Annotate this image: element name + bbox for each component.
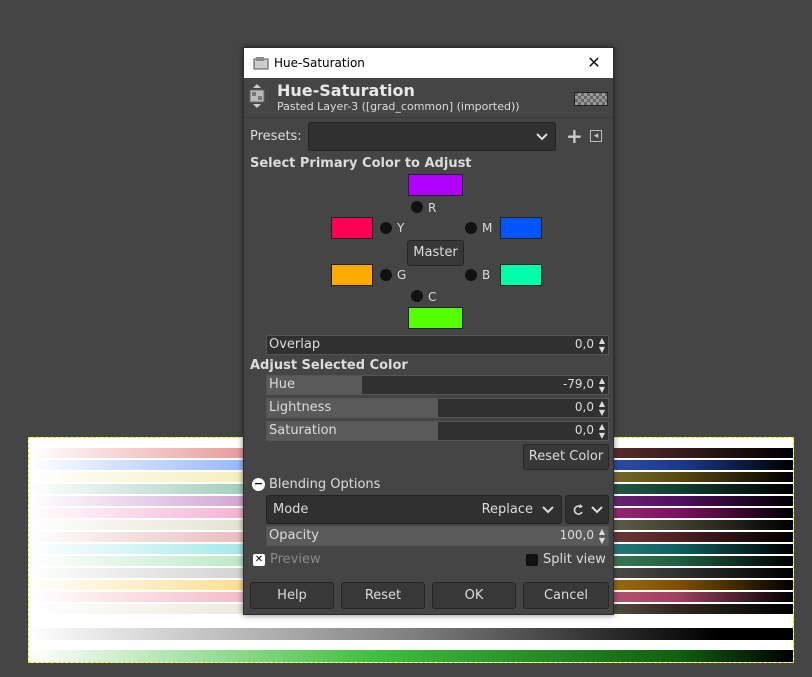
radio-m[interactable] xyxy=(465,222,477,234)
mode-combo[interactable]: Mode Replace xyxy=(266,495,562,524)
header-divider xyxy=(244,117,613,118)
opacity-stepper-icon[interactable]: ▲ ▼ xyxy=(597,527,607,545)
dialog-header: Hue-Saturation Pasted Layer-3 ([grad_com… xyxy=(244,79,613,117)
preview-label[interactable]: Preview xyxy=(270,552,321,567)
adjust-heading: Adjust Selected Color xyxy=(250,358,408,373)
label-c: C xyxy=(428,290,437,304)
lightness-stepper-icon[interactable]: ▲ ▼ xyxy=(597,399,607,417)
mode-label: Mode xyxy=(273,502,309,517)
overlap-spinscale[interactable]: Overlap 0,0 ▲ ▼ xyxy=(266,335,609,355)
chevron-down-icon xyxy=(536,133,548,141)
label-m: M xyxy=(482,221,493,235)
label-y: Y xyxy=(397,221,405,235)
dialog-header-title: Hue-Saturation xyxy=(277,81,415,100)
radio-g[interactable] xyxy=(380,269,392,281)
radio-y[interactable] xyxy=(380,222,392,234)
primary-color-heading: Select Primary Color to Adjust xyxy=(250,156,472,171)
help-button[interactable]: Help xyxy=(250,582,334,609)
hue-stepper-icon[interactable]: ▲ ▼ xyxy=(597,376,607,394)
split-view-checkbox[interactable] xyxy=(526,554,538,566)
swatch-r[interactable] xyxy=(408,174,463,196)
opacity-value[interactable]: 100,0 xyxy=(560,528,594,542)
saturation-spinscale[interactable]: Saturation 0,0 ▲ ▼ xyxy=(266,421,609,441)
presets-menu-icon[interactable]: ◂ xyxy=(590,130,602,142)
swatch-c[interactable] xyxy=(408,307,463,329)
label-r: R xyxy=(428,201,437,215)
lightness-value[interactable]: 0,0 xyxy=(575,400,594,414)
app-icon xyxy=(253,57,269,70)
lightness-label: Lightness xyxy=(269,400,332,415)
opacity-spinscale[interactable]: Opacity 100,0 ▲ ▼ xyxy=(266,526,609,546)
window-titlebar[interactable]: Hue-Saturation ✕ xyxy=(244,48,613,78)
radio-r[interactable] xyxy=(411,201,423,213)
hue-spinscale[interactable]: Hue -79,0 ▲ ▼ xyxy=(266,375,609,395)
hue-saturation-dialog: Hue-Saturation ✕ Hue-Saturation Pasted L… xyxy=(243,47,614,615)
radio-b[interactable] xyxy=(465,269,477,281)
preview-checkbox[interactable]: ✕ xyxy=(253,554,265,566)
swatch-b[interactable] xyxy=(500,264,542,286)
hue-saturation-icon xyxy=(249,84,265,108)
saturation-value[interactable]: 0,0 xyxy=(575,423,594,437)
swatch-g[interactable] xyxy=(331,264,373,286)
chevron-down-icon xyxy=(542,506,554,514)
ok-button[interactable]: OK xyxy=(432,582,516,609)
lightness-spinscale[interactable]: Lightness 0,0 ▲ ▼ xyxy=(266,398,609,418)
saturation-label: Saturation xyxy=(269,423,337,438)
overlap-value[interactable]: 0,0 xyxy=(575,337,594,351)
swatch-y[interactable] xyxy=(331,217,373,239)
close-icon[interactable]: ✕ xyxy=(583,52,605,74)
master-button[interactable]: Master xyxy=(407,240,464,266)
composite-mode-combo[interactable] xyxy=(565,495,609,524)
blending-toggle-icon[interactable]: − xyxy=(252,478,265,491)
overlap-label: Overlap xyxy=(269,337,321,352)
dialog-header-subtitle: Pasted Layer-3 ([grad_common] (imported)… xyxy=(277,100,520,113)
layer-thumbnail xyxy=(574,92,608,106)
radio-c[interactable] xyxy=(411,290,423,302)
label-b: B xyxy=(482,268,491,282)
opacity-label: Opacity xyxy=(269,528,320,543)
chevron-down-icon xyxy=(591,506,603,514)
add-preset-icon[interactable]: + xyxy=(566,124,583,148)
blending-options-label[interactable]: Blending Options xyxy=(269,477,380,492)
reset-button[interactable]: Reset xyxy=(341,582,425,609)
overlap-stepper-icon[interactable]: ▲ ▼ xyxy=(597,336,607,354)
hue-value[interactable]: -79,0 xyxy=(563,377,594,391)
presets-combo[interactable] xyxy=(308,122,556,151)
split-view-label[interactable]: Split view xyxy=(543,552,606,567)
mode-value: Replace xyxy=(481,502,533,517)
cancel-button[interactable]: Cancel xyxy=(523,582,609,609)
saturation-stepper-icon[interactable]: ▲ ▼ xyxy=(597,422,607,440)
window-title: Hue-Saturation xyxy=(274,56,365,70)
presets-label: Presets: xyxy=(250,129,302,144)
swatch-m[interactable] xyxy=(500,217,542,239)
hue-label: Hue xyxy=(269,377,296,392)
reset-color-button[interactable]: Reset Color xyxy=(523,444,609,470)
label-g: G xyxy=(397,268,407,282)
composite-mode-icon xyxy=(573,504,583,515)
